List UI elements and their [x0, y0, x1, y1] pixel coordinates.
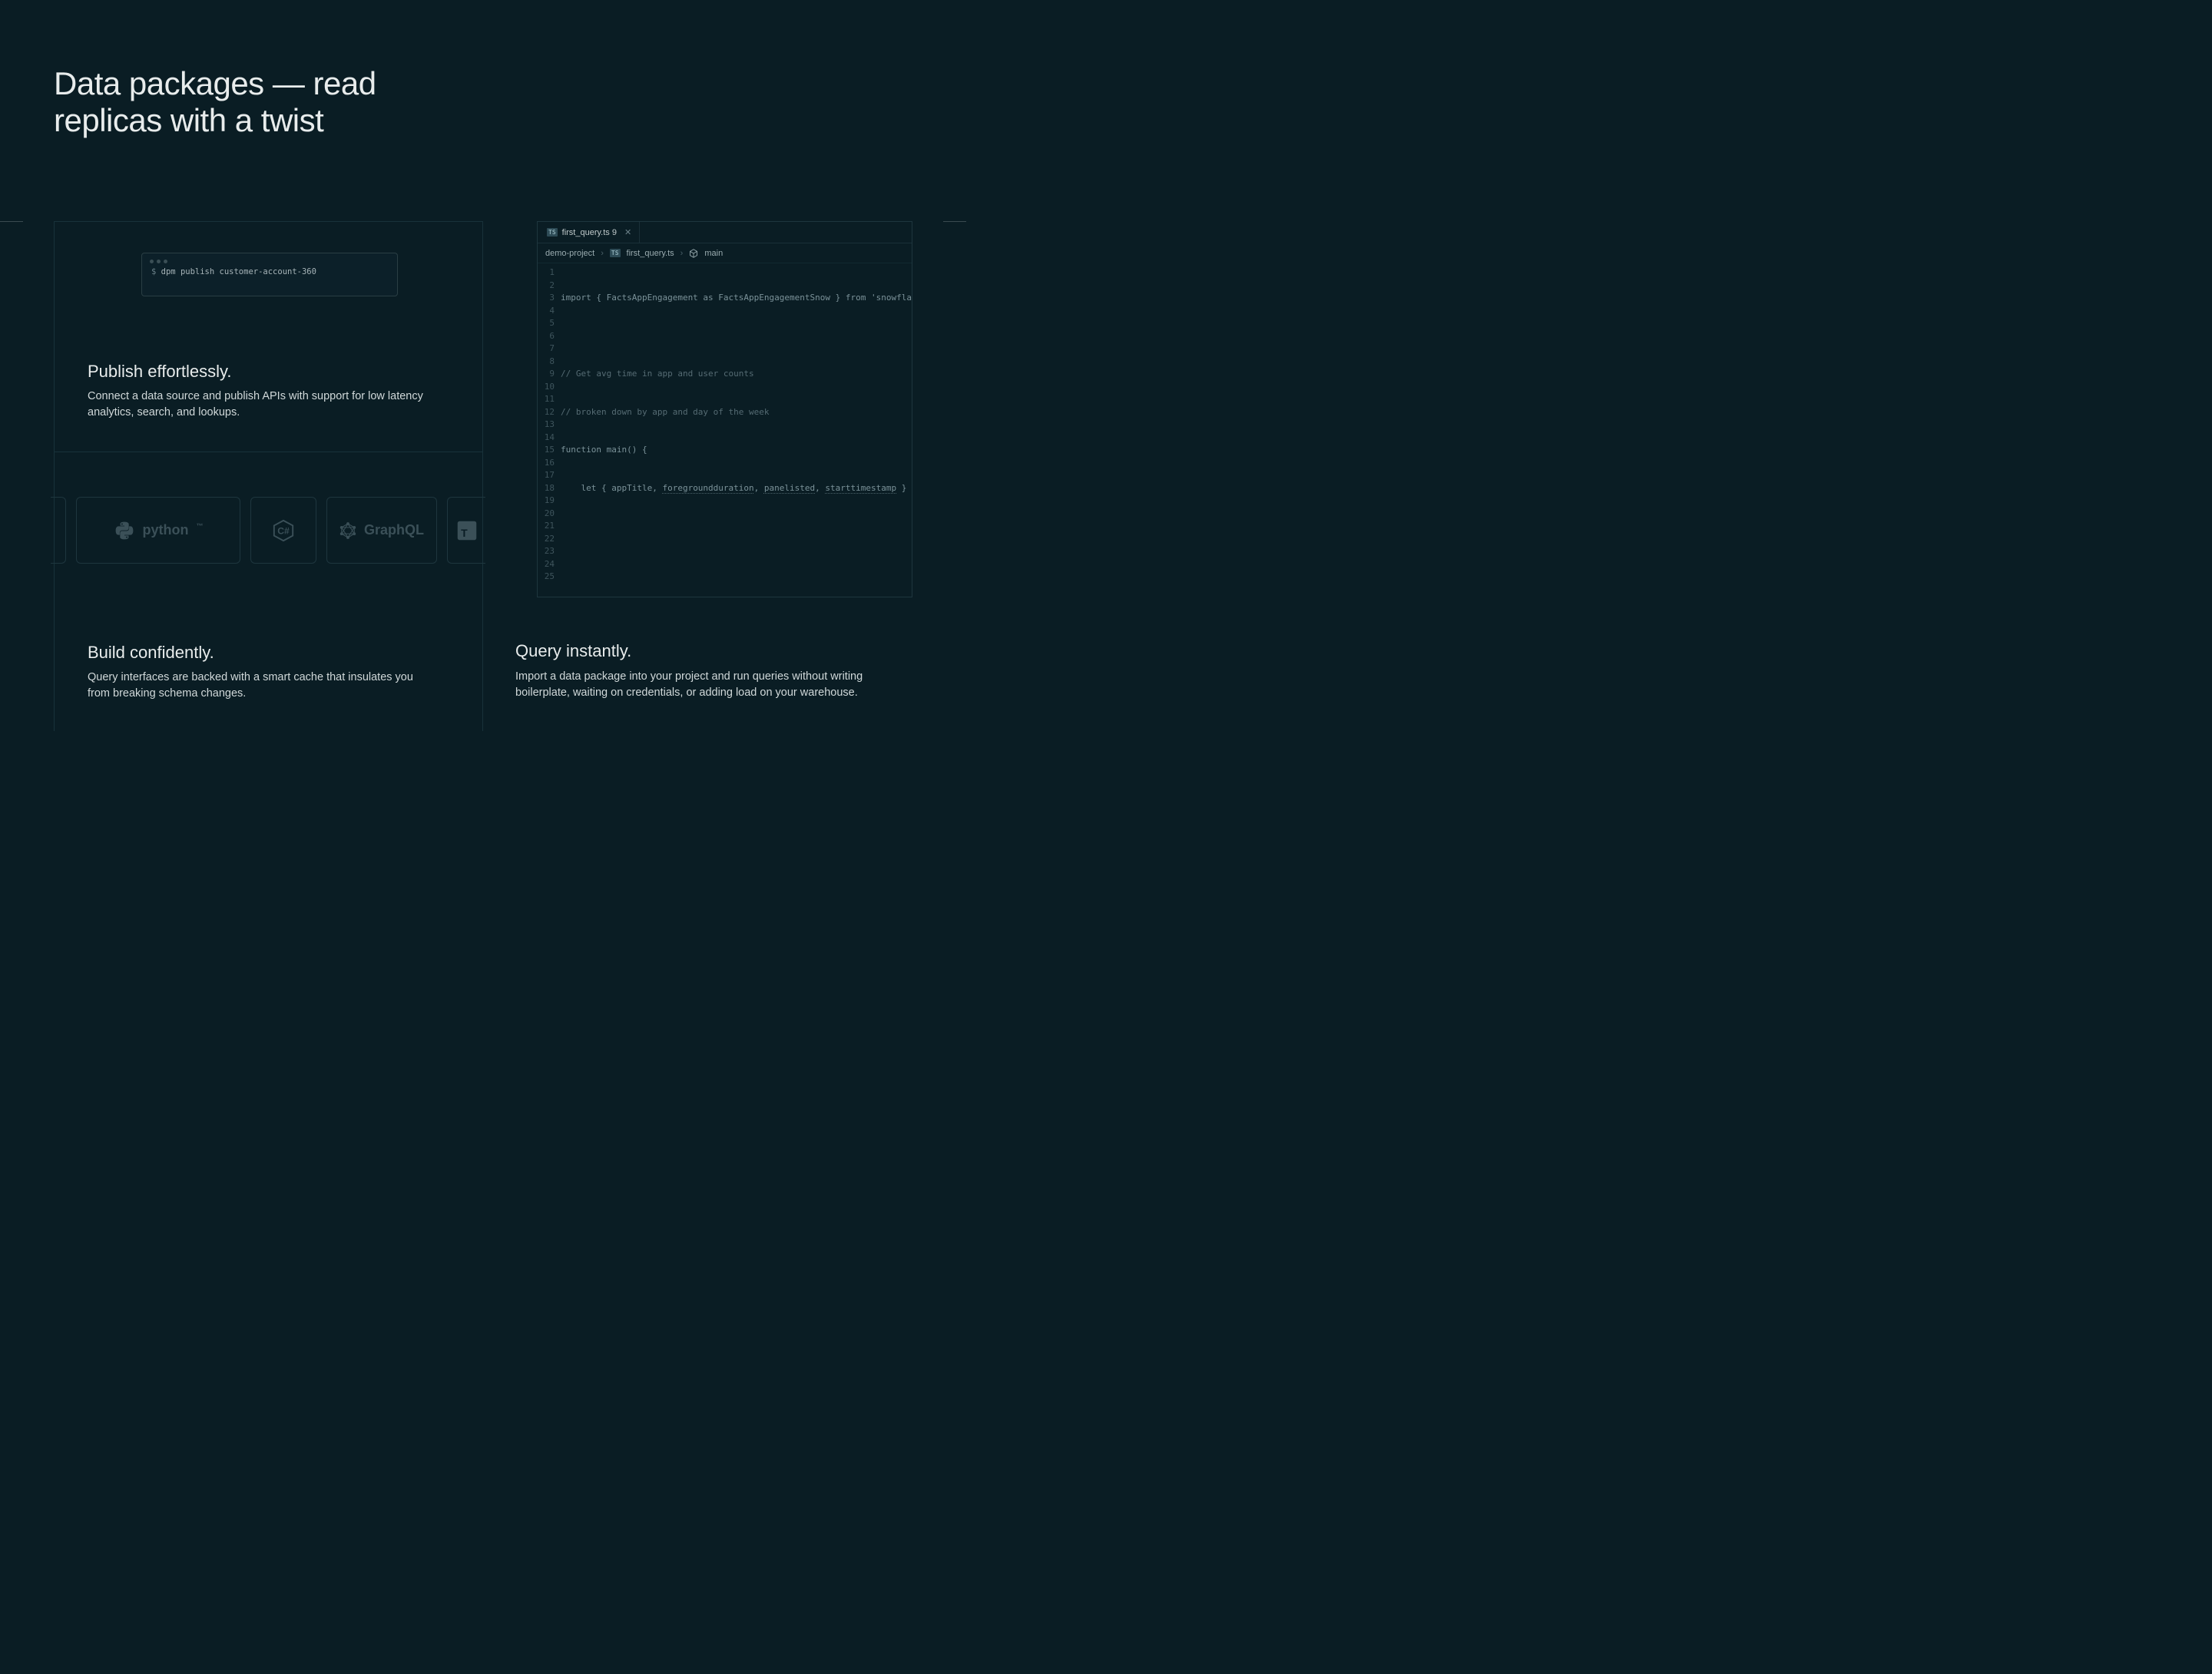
close-icon[interactable]: ✕ [624, 227, 631, 237]
line-gutter: 1234567891011121314151617181920212223242… [538, 266, 561, 597]
terminal-prompt: $ [151, 267, 156, 276]
line-number: 5 [538, 317, 555, 330]
line-number: 11 [538, 393, 555, 406]
python-icon [114, 520, 135, 541]
line-number: 17 [538, 469, 555, 482]
code-line: function main() { [561, 444, 912, 457]
query-body: Import a data package into your project … [515, 669, 876, 701]
language-card-partial [51, 497, 66, 564]
code-line [561, 520, 912, 533]
language-card-csharp: C# [250, 497, 316, 564]
typescript-badge-icon: TS [610, 249, 621, 257]
typescript-badge-icon: TS [547, 228, 558, 237]
chevron-right-icon: › [680, 249, 684, 258]
line-number: 12 [538, 406, 555, 419]
language-card-graphql: GraphQL [326, 497, 437, 564]
build-card: python ™ C# [54, 452, 483, 731]
code-line [561, 596, 912, 597]
line-number: 15 [538, 444, 555, 457]
line-number: 20 [538, 508, 555, 521]
language-card-python: python ™ [76, 497, 240, 564]
line-number: 14 [538, 432, 555, 445]
publish-card: $ dpm publish customer-account-360 Publi… [54, 221, 483, 452]
breadcrumb-symbol[interactable]: main [704, 249, 723, 258]
line-number: 4 [538, 305, 555, 318]
line-number: 1 [538, 266, 555, 280]
line-number: 18 [538, 482, 555, 495]
line-number: 9 [538, 368, 555, 381]
divider-left [0, 221, 23, 222]
line-number: 24 [538, 558, 555, 571]
line-number: 8 [538, 356, 555, 369]
editor-tab[interactable]: TS first_query.ts 9 ✕ [538, 222, 640, 243]
breadcrumb-file[interactable]: first_query.ts [627, 249, 674, 258]
line-number: 23 [538, 545, 555, 558]
divider-right [943, 221, 966, 222]
line-number: 2 [538, 280, 555, 293]
line-number: 16 [538, 457, 555, 470]
traffic-light-dot [164, 260, 167, 263]
line-number: 22 [538, 533, 555, 546]
csharp-icon: C# [272, 519, 295, 542]
window-traffic-lights [142, 253, 397, 266]
terminal-command: dpm publish customer-account-360 [161, 267, 316, 276]
page-title: Data packages — read replicas with a twi… [54, 65, 438, 140]
line-number: 13 [538, 418, 555, 432]
build-body: Query interfaces are backed with a smart… [88, 670, 426, 702]
code-line: import { FactsAppEngagement as FactsAppE… [561, 292, 912, 305]
query-heading: Query instantly. [515, 641, 631, 661]
line-number: 21 [538, 520, 555, 533]
editor-tab-bar: TS first_query.ts 9 ✕ [538, 222, 912, 243]
line-number: 6 [538, 330, 555, 343]
traffic-light-dot [150, 260, 154, 263]
language-card-typescript: T [447, 497, 485, 564]
publish-heading: Publish effortlessly. [88, 362, 232, 382]
line-number: 19 [538, 495, 555, 508]
code-editor-panel: TS first_query.ts 9 ✕ demo-project › TS … [537, 221, 912, 597]
code-line: let { appTitle, foregroundduration, pane… [561, 482, 912, 495]
chevron-right-icon: › [601, 249, 604, 258]
terminal-window: $ dpm publish customer-account-360 [141, 253, 398, 296]
code-line [561, 330, 912, 343]
code-line: // Get avg time in app and user counts [561, 368, 912, 381]
line-number: 3 [538, 292, 555, 305]
terminal-command-line: $ dpm publish customer-account-360 [142, 266, 397, 276]
code-lines: import { FactsAppEngagement as FactsAppE… [561, 266, 912, 597]
language-label: GraphQL [364, 522, 424, 538]
svg-text:C#: C# [277, 525, 290, 536]
line-number: 7 [538, 342, 555, 356]
publish-body: Connect a data source and publish APIs w… [88, 389, 456, 421]
language-strip: python ™ C# [51, 497, 486, 564]
typescript-icon: T [456, 520, 478, 541]
traffic-light-dot [157, 260, 161, 263]
line-number: 25 [538, 571, 555, 584]
cube-icon [689, 249, 698, 258]
build-heading: Build confidently. [88, 643, 214, 663]
breadcrumb-project[interactable]: demo-project [545, 249, 594, 258]
code-line [561, 558, 912, 571]
breadcrumb: demo-project › TS first_query.ts › main [538, 243, 912, 263]
svg-text:T: T [461, 526, 468, 538]
code-area[interactable]: 1234567891011121314151617181920212223242… [538, 263, 912, 597]
line-number: 10 [538, 381, 555, 394]
graphql-icon [339, 522, 356, 539]
editor-tab-label: first_query.ts 9 [562, 228, 617, 237]
language-label: python [143, 522, 189, 538]
code-line: // broken down by app and day of the wee… [561, 406, 912, 419]
